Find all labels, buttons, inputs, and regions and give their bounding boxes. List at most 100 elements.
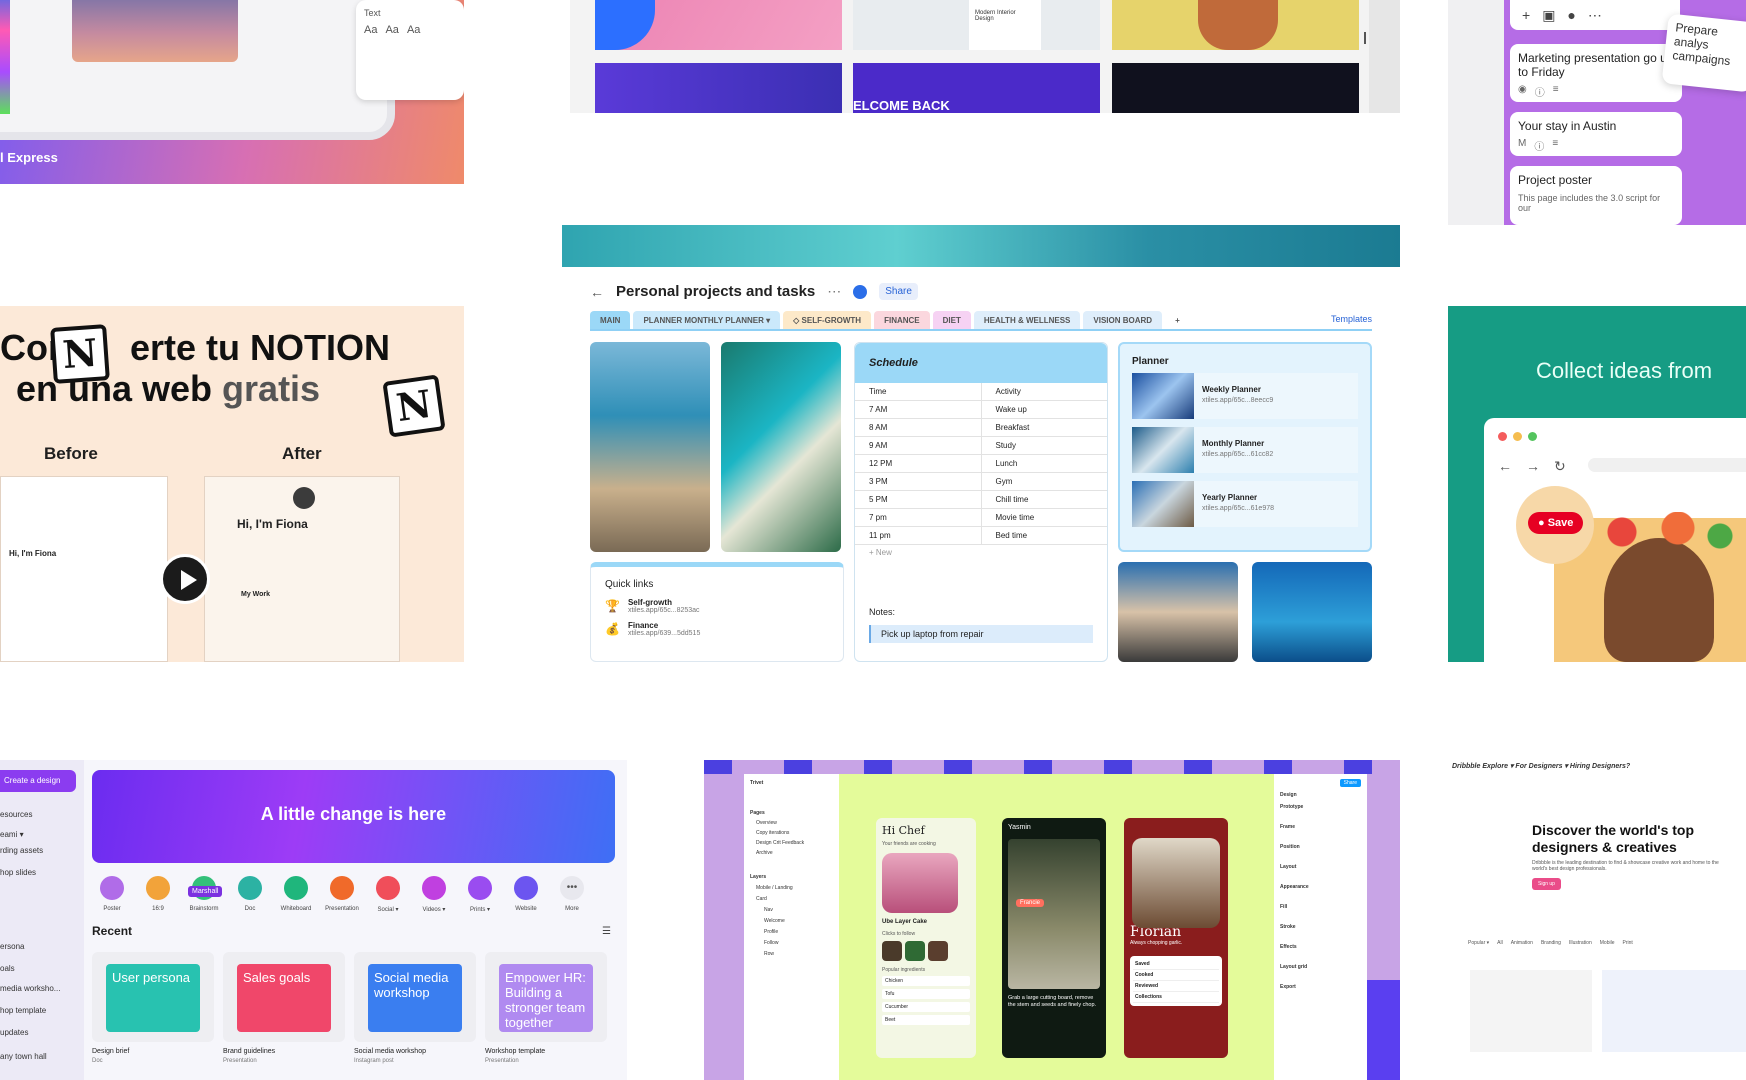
- signup-button[interactable]: Sign up: [1532, 878, 1561, 890]
- layer-item[interactable]: Profile: [764, 929, 833, 935]
- notification-card[interactable]: Project poster This page includes the 3.…: [1510, 166, 1682, 225]
- sidebar-item[interactable]: oals: [0, 964, 15, 973]
- gallery-cell[interactable]: [595, 63, 842, 113]
- ingredient-row[interactable]: Chicken: [882, 976, 970, 986]
- filter-chip[interactable]: Mobile: [1600, 940, 1615, 946]
- chef-frame[interactable]: Hi Chef Your friends are cooking Ube Lay…: [876, 818, 976, 1058]
- video-frame[interactable]: Yasmin Francie Grab a large cutting boar…: [1002, 818, 1106, 1058]
- notification-card[interactable]: Your stay in Austin Mⓘ ≡: [1510, 112, 1682, 156]
- design-type-button[interactable]: ••• More: [560, 876, 584, 913]
- filter-chip[interactable]: Animation: [1511, 940, 1533, 946]
- gallery-cell[interactable]: [595, 0, 842, 50]
- save-button[interactable]: ● Save: [1528, 512, 1584, 534]
- profile-row[interactable]: Reviewed: [1133, 981, 1219, 992]
- canva-tile[interactable]: Create a design esources eami ▾ rding asse…: [0, 760, 627, 1080]
- sidebar-item[interactable]: esources: [0, 810, 32, 819]
- notion-web-tile[interactable]: Conv erte tu NOTION en una web gratis N …: [0, 306, 464, 662]
- design-type-button[interactable]: Website: [514, 876, 538, 913]
- gallery-cell[interactable]: ELCOME BACK: [853, 63, 1100, 113]
- share-button[interactable]: Share: [879, 283, 918, 300]
- filter-chip[interactable]: All: [1497, 940, 1503, 946]
- sidebar-item[interactable]: eami ▾: [0, 830, 24, 839]
- new-row-button[interactable]: + New: [855, 545, 1107, 560]
- more-icon[interactable]: ⋯: [1588, 7, 1602, 24]
- recent-design-card[interactable]: Sales goals Brand guidelines Presentation: [223, 952, 345, 1080]
- design-type-button[interactable]: Doc: [238, 876, 262, 913]
- schedule-row[interactable]: 11 pm Bed time: [855, 526, 1107, 545]
- dribbble-nav[interactable]: Dribbble Explore ▾ For Designers ▾ Hirin…: [1452, 762, 1630, 770]
- page-item[interactable]: Overview: [756, 820, 833, 826]
- figma-tile[interactable]: Trivet Pages Overview Copy iterations Desi…: [704, 760, 1400, 1080]
- filter-chip[interactable]: Popular ▾: [1468, 940, 1489, 946]
- filter-chip[interactable]: Print: [1622, 940, 1632, 946]
- schedule-row[interactable]: 3 PM Gym: [855, 472, 1107, 491]
- mic-icon[interactable]: ●: [1567, 7, 1575, 23]
- tab-item[interactable]: VISION BOARD: [1083, 311, 1163, 329]
- sidebar-item[interactable]: hop template: [0, 1006, 46, 1015]
- design-type-button[interactable]: Presentation: [325, 876, 359, 913]
- layer-item[interactable]: Card: [756, 896, 833, 902]
- profile-row[interactable]: Cooked: [1133, 970, 1219, 981]
- ingredient-row[interactable]: Cucumber: [882, 1002, 970, 1012]
- schedule-row[interactable]: 7 pm Movie time: [855, 508, 1107, 527]
- recent-design-card[interactable]: User persona Design brief Doc: [92, 952, 214, 1080]
- dribbble-tile[interactable]: Dribbble Explore ▾ For Designers ▾ Hirin…: [1448, 760, 1746, 1080]
- create-design-button[interactable]: Create a design: [0, 770, 76, 792]
- filter-chip[interactable]: Illustration: [1569, 940, 1592, 946]
- share-button[interactable]: Share: [1339, 779, 1361, 787]
- planner-link[interactable]: Monthly Planner xtiles.app/65c...61cc82: [1132, 427, 1358, 473]
- sidebar-item[interactable]: hop slides: [0, 868, 36, 877]
- more-icon[interactable]: ⋯: [827, 283, 841, 300]
- design-type-button[interactable]: 16:9: [146, 876, 170, 913]
- back-arrow-icon[interactable]: ←: [1498, 458, 1512, 475]
- page-item[interactable]: Copy iterations: [756, 830, 833, 836]
- design-type-button[interactable]: Social ▾: [376, 876, 400, 913]
- list-view-icon[interactable]: ☰: [602, 926, 611, 937]
- tab-item[interactable]: +: [1165, 311, 1190, 329]
- layer-item[interactable]: Welcome: [764, 918, 833, 924]
- sidebar-item[interactable]: updates: [0, 1028, 28, 1037]
- page-item[interactable]: Archive: [756, 850, 833, 856]
- sidebar-item[interactable]: rding assets: [0, 846, 43, 855]
- back-arrow-icon[interactable]: ←: [590, 284, 604, 300]
- play-button[interactable]: [160, 554, 210, 604]
- reload-icon[interactable]: ↻: [1554, 458, 1566, 475]
- schedule-row[interactable]: 7 AM Wake up: [855, 400, 1107, 419]
- quick-link[interactable]: 🏆 Self-growth xtiles.app/65c...8253ac: [605, 598, 829, 614]
- gallery-cell[interactable]: [1112, 0, 1359, 50]
- layer-item[interactable]: Follow: [764, 940, 833, 946]
- address-bar[interactable]: [1588, 458, 1746, 472]
- schedule-row[interactable]: 9 AM Study: [855, 436, 1107, 455]
- shot-thumbnail[interactable]: [1470, 970, 1592, 1052]
- filter-chip[interactable]: Branding: [1541, 940, 1561, 946]
- tab-item[interactable]: PLANNER MONTHLY PLANNER ▾: [633, 311, 781, 329]
- schedule-row[interactable]: 5 PM Chill time: [855, 490, 1107, 509]
- notification-card[interactable]: Marketing presentation go up to Friday ◉…: [1510, 44, 1682, 102]
- note-item[interactable]: Pick up laptop from repair: [869, 625, 1093, 643]
- notifications-tile[interactable]: + ▣ ● ⋯ Marketing presentation go up to …: [1448, 0, 1746, 225]
- design-type-button[interactable]: Videos ▾: [422, 876, 446, 913]
- pinterest-tile[interactable]: Collect ideas from ← → ↻ ● Save: [1448, 306, 1746, 662]
- gallery-cell[interactable]: [1112, 63, 1359, 113]
- templates-button[interactable]: Templates: [1331, 314, 1372, 324]
- schedule-row[interactable]: 12 PM Lunch: [855, 454, 1107, 473]
- notion-planner-tile[interactable]: ← Personal projects and tasks ⋯ Share MA…: [562, 225, 1400, 662]
- adobe-express-tile[interactable]: Text Aa Aa Aa l Express: [0, 0, 464, 184]
- profile-row[interactable]: Collections: [1133, 992, 1219, 1003]
- template-gallery-tile[interactable]: Modern Interior Design ELCOME BACK: [570, 0, 1400, 113]
- shot-thumbnail[interactable]: [1602, 970, 1746, 1052]
- sidebar-item[interactable]: media worksho...: [0, 984, 60, 993]
- ingredient-row[interactable]: Beet: [882, 1015, 970, 1025]
- tab-item[interactable]: ◇ SELF-GROWTH: [783, 311, 872, 329]
- sidebar-item[interactable]: any town hall: [0, 1052, 47, 1061]
- schedule-row[interactable]: 8 AM Breakfast: [855, 418, 1107, 437]
- layer-item[interactable]: Nav: [764, 907, 833, 913]
- layer-item[interactable]: Row: [764, 951, 833, 957]
- ingredient-row[interactable]: Tofu: [882, 989, 970, 999]
- tab-item[interactable]: HEALTH & WELLNESS: [973, 311, 1081, 329]
- camera-icon[interactable]: ▣: [1542, 7, 1555, 24]
- planner-link[interactable]: Yearly Planner xtiles.app/65c...61e978: [1132, 481, 1358, 527]
- planner-link[interactable]: Weekly Planner xtiles.app/65c...8eecc9: [1132, 373, 1358, 419]
- recent-design-card[interactable]: Social media workshop Social media worksh…: [354, 952, 476, 1080]
- forward-arrow-icon[interactable]: →: [1526, 458, 1540, 475]
